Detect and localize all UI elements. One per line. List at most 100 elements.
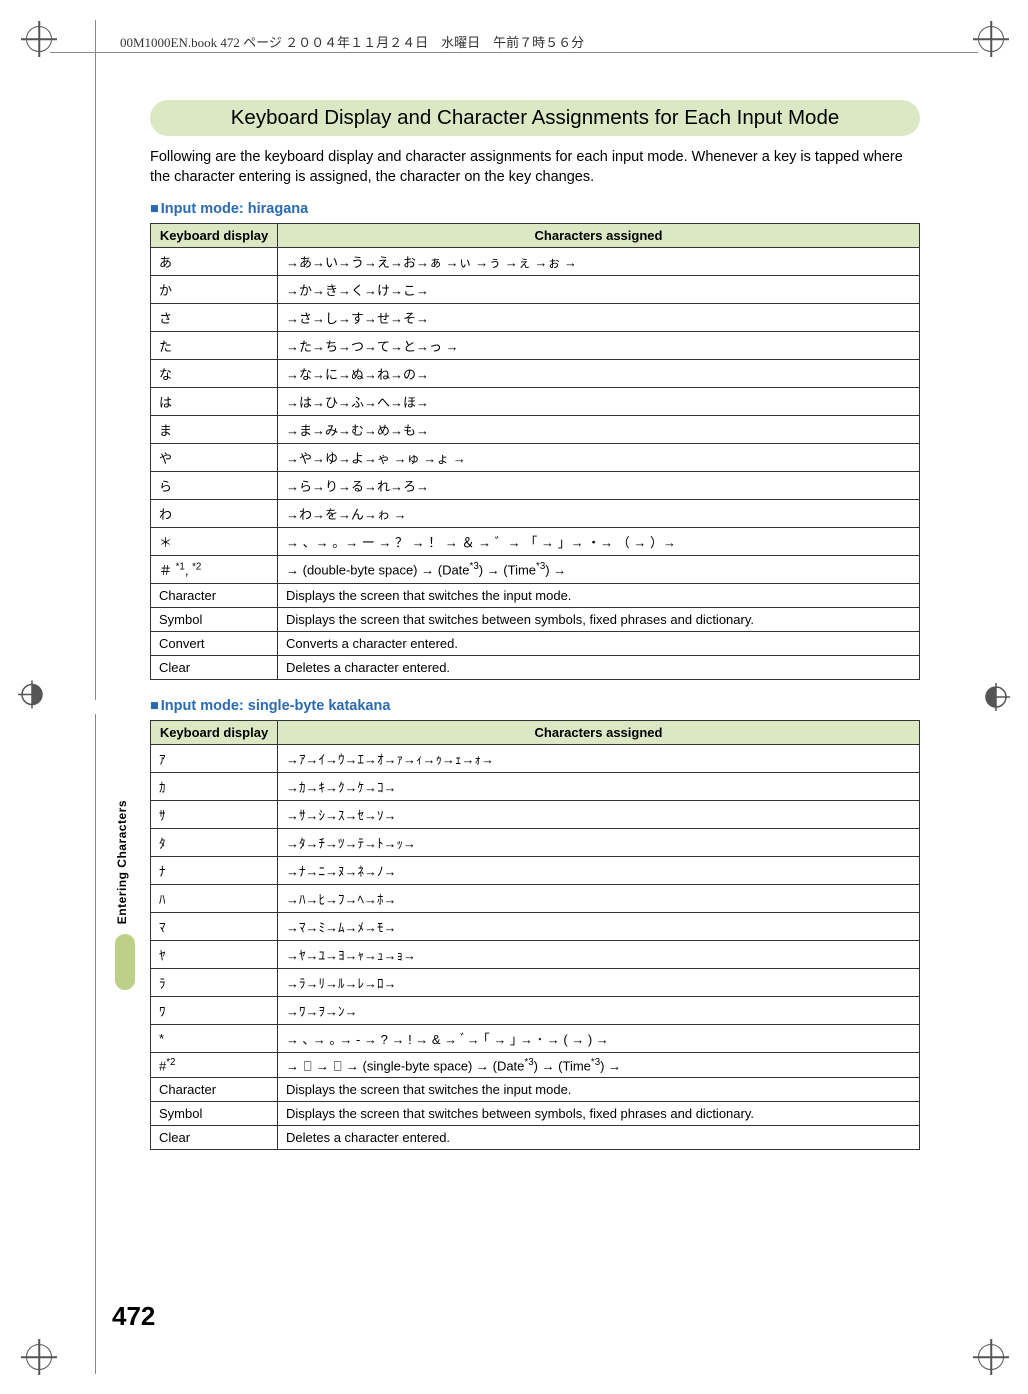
- chars-cell: →な→に→ぬ→ね→の→: [278, 360, 920, 388]
- table-row: ConvertConverts a character entered.: [151, 632, 920, 656]
- chars-cell: Displays the screen that switches betwee…: [278, 608, 920, 632]
- table-row: ＃ *1, *2→ (double-byte space) → (Date*3)…: [151, 556, 920, 584]
- key-cell: ﾗ: [151, 969, 278, 997]
- chars-cell: → ､ → ｡ → - → ? → ! → & → ﾞ→ ｢ → ｣ → ･ →…: [278, 1025, 920, 1053]
- chars-cell: →さ→し→す→せ→そ→: [278, 304, 920, 332]
- key-cell: ﾏ: [151, 913, 278, 941]
- table-row: ＊→ 、→ 。→ ー → ？ → ！ → ＆ → ゛→ 「 → 」→ ・→ （ …: [151, 528, 920, 556]
- key-cell: あ: [151, 248, 278, 276]
- key-cell: や: [151, 444, 278, 472]
- page-number: 472: [112, 1301, 155, 1332]
- chars-cell: →ﾅ→ﾆ→ﾇ→ﾈ→ﾉ→: [278, 857, 920, 885]
- key-cell: は: [151, 388, 278, 416]
- header-rule: [50, 52, 978, 53]
- key-cell: #*2: [151, 1053, 278, 1078]
- table-row: か→か→き→く→け→こ→: [151, 276, 920, 304]
- mode-heading-katakana: ■Input mode: single-byte katakana: [150, 698, 920, 714]
- chars-cell: →は→ひ→ふ→へ→ほ→: [278, 388, 920, 416]
- table-row: ｱ→ｱ→ｲ→ｳ→ｴ→ｵ→ｧ→ｨ→ｩ→ｪ→ｫ→: [151, 745, 920, 773]
- chars-cell: →や→ゆ→よ→ゃ →ゅ →ょ →: [278, 444, 920, 472]
- key-cell: な: [151, 360, 278, 388]
- key-cell: ﾔ: [151, 941, 278, 969]
- table-row: SymbolDisplays the screen that switches …: [151, 1102, 920, 1126]
- chars-cell: Deletes a character entered.: [278, 656, 920, 680]
- chars-cell: →あ→い→う→え→お→ぁ →ぃ →ぅ →ぇ →ぉ →: [278, 248, 920, 276]
- chars-cell: → 、→ 。→ ー → ？ → ！ → ＆ → ゛→ 「 → 」→ ・→ （ →…: [278, 528, 920, 556]
- key-cell: Clear: [151, 1126, 278, 1150]
- mode-heading-hiragana: ■Input mode: hiragana: [150, 201, 920, 217]
- table-row: ﾊ→ﾊ→ﾋ→ﾌ→ﾍ→ﾎ→: [151, 885, 920, 913]
- chars-cell: →ま→み→む→め→も→: [278, 416, 920, 444]
- chars-cell: →か→き→く→け→こ→: [278, 276, 920, 304]
- chars-cell: →ﾏ→ﾐ→ﾑ→ﾒ→ﾓ→: [278, 913, 920, 941]
- chars-cell: →ら→り→る→れ→ろ→: [278, 472, 920, 500]
- key-cell: Character: [151, 584, 278, 608]
- table-row: *→ ､ → ｡ → - → ? → ! → & → ﾞ→ ｢ → ｣ → ･ …: [151, 1025, 920, 1053]
- chars-cell: Displays the screen that switches betwee…: [278, 1102, 920, 1126]
- section-title: Keyboard Display and Character Assignmen…: [150, 100, 920, 136]
- chars-cell: →ﾀ→ﾁ→ﾂ→ﾃ→ﾄ→ｯ→: [278, 829, 920, 857]
- table-row: ﾗ→ﾗ→ﾘ→ﾙ→ﾚ→ﾛ→: [151, 969, 920, 997]
- registration-mark-icon: [982, 683, 1010, 711]
- table-row: ﾏ→ﾏ→ﾐ→ﾑ→ﾒ→ﾓ→: [151, 913, 920, 941]
- table-row: ﾔ→ﾔ→ﾕ→ﾖ→ｬ→ｭ→ｮ→: [151, 941, 920, 969]
- square-bullet-icon: ■: [150, 201, 159, 217]
- key-cell: わ: [151, 500, 278, 528]
- key-cell: Symbol: [151, 1102, 278, 1126]
- table-row: ｻ→ｻ→ｼ→ｽ→ｾ→ｿ→: [151, 801, 920, 829]
- chars-cell: →ｱ→ｲ→ｳ→ｴ→ｵ→ｧ→ｨ→ｩ→ｪ→ｫ→: [278, 745, 920, 773]
- table-row: ま→ま→み→む→め→も→: [151, 416, 920, 444]
- table-row: ら→ら→り→る→れ→ろ→: [151, 472, 920, 500]
- key-cell: ﾅ: [151, 857, 278, 885]
- key-cell: ＊: [151, 528, 278, 556]
- sidebar-tab-pill: [115, 934, 135, 990]
- key-cell: *: [151, 1025, 278, 1053]
- table-row: あ→あ→い→う→え→お→ぁ →ぃ →ぅ →ぇ →ぉ →: [151, 248, 920, 276]
- col-header-keyboard: Keyboard display: [151, 224, 278, 248]
- key-cell: ＃ *1, *2: [151, 556, 278, 584]
- table-row: ﾅ→ﾅ→ﾆ→ﾇ→ﾈ→ﾉ→: [151, 857, 920, 885]
- key-cell: た: [151, 332, 278, 360]
- key-cell: ｱ: [151, 745, 278, 773]
- chars-cell: →た→ち→つ→て→と→っ →: [278, 332, 920, 360]
- chars-cell: →ﾊ→ﾋ→ﾌ→ﾍ→ﾎ→: [278, 885, 920, 913]
- side-rule: [95, 20, 96, 700]
- chars-cell: →わ→を→ん→ゎ →: [278, 500, 920, 528]
- square-bullet-icon: ■: [150, 698, 159, 714]
- chars-cell: →ﾜ→ｦ→ﾝ→: [278, 997, 920, 1025]
- col-header-chars: Characters assigned: [278, 224, 920, 248]
- table-row: ﾀ→ﾀ→ﾁ→ﾂ→ﾃ→ﾄ→ｯ→: [151, 829, 920, 857]
- chars-cell: Displays the screen that switches the in…: [278, 1078, 920, 1102]
- key-cell: ま: [151, 416, 278, 444]
- table-row: た→た→ち→つ→て→と→っ →: [151, 332, 920, 360]
- chars-cell: → (double-byte space) → (Date*3) → (Time…: [278, 556, 920, 584]
- table-row: CharacterDisplays the screen that switch…: [151, 1078, 920, 1102]
- table-row: や→や→ゆ→よ→ゃ →ゅ →ょ →: [151, 444, 920, 472]
- key-cell: か: [151, 276, 278, 304]
- table-row: ﾜ→ﾜ→ｦ→ﾝ→: [151, 997, 920, 1025]
- sidebar-chapter-label: Entering Characters: [115, 800, 129, 924]
- chars-cell: → ﾞ → ﾟ → (single-byte space) → (Date*3)…: [278, 1053, 920, 1078]
- table-row: ClearDeletes a character entered.: [151, 656, 920, 680]
- crop-mark-icon: [970, 1336, 1010, 1376]
- key-cell: ﾀ: [151, 829, 278, 857]
- sidebar-tab: Entering Characters: [115, 800, 137, 1000]
- chars-cell: Deletes a character entered.: [278, 1126, 920, 1150]
- crop-mark-icon: [18, 1336, 58, 1376]
- key-cell: ﾜ: [151, 997, 278, 1025]
- key-cell: ﾊ: [151, 885, 278, 913]
- key-cell: Clear: [151, 656, 278, 680]
- keymap-table-hiragana: Keyboard display Characters assigned あ→あ…: [150, 223, 920, 680]
- key-cell: ら: [151, 472, 278, 500]
- table-row: SymbolDisplays the screen that switches …: [151, 608, 920, 632]
- registration-mark-icon: [18, 681, 46, 714]
- intro-text: Following are the keyboard display and c…: [150, 148, 920, 187]
- key-cell: さ: [151, 304, 278, 332]
- col-header-keyboard: Keyboard display: [151, 721, 278, 745]
- col-header-chars: Characters assigned: [278, 721, 920, 745]
- chars-cell: →ﾗ→ﾘ→ﾙ→ﾚ→ﾛ→: [278, 969, 920, 997]
- print-header-meta: 00M1000EN.book 472 ページ ２００４年１１月２４日 水曜日 午…: [120, 32, 908, 51]
- chars-cell: Converts a character entered.: [278, 632, 920, 656]
- chars-cell: →ｶ→ｷ→ｸ→ｹ→ｺ→: [278, 773, 920, 801]
- key-cell: ｻ: [151, 801, 278, 829]
